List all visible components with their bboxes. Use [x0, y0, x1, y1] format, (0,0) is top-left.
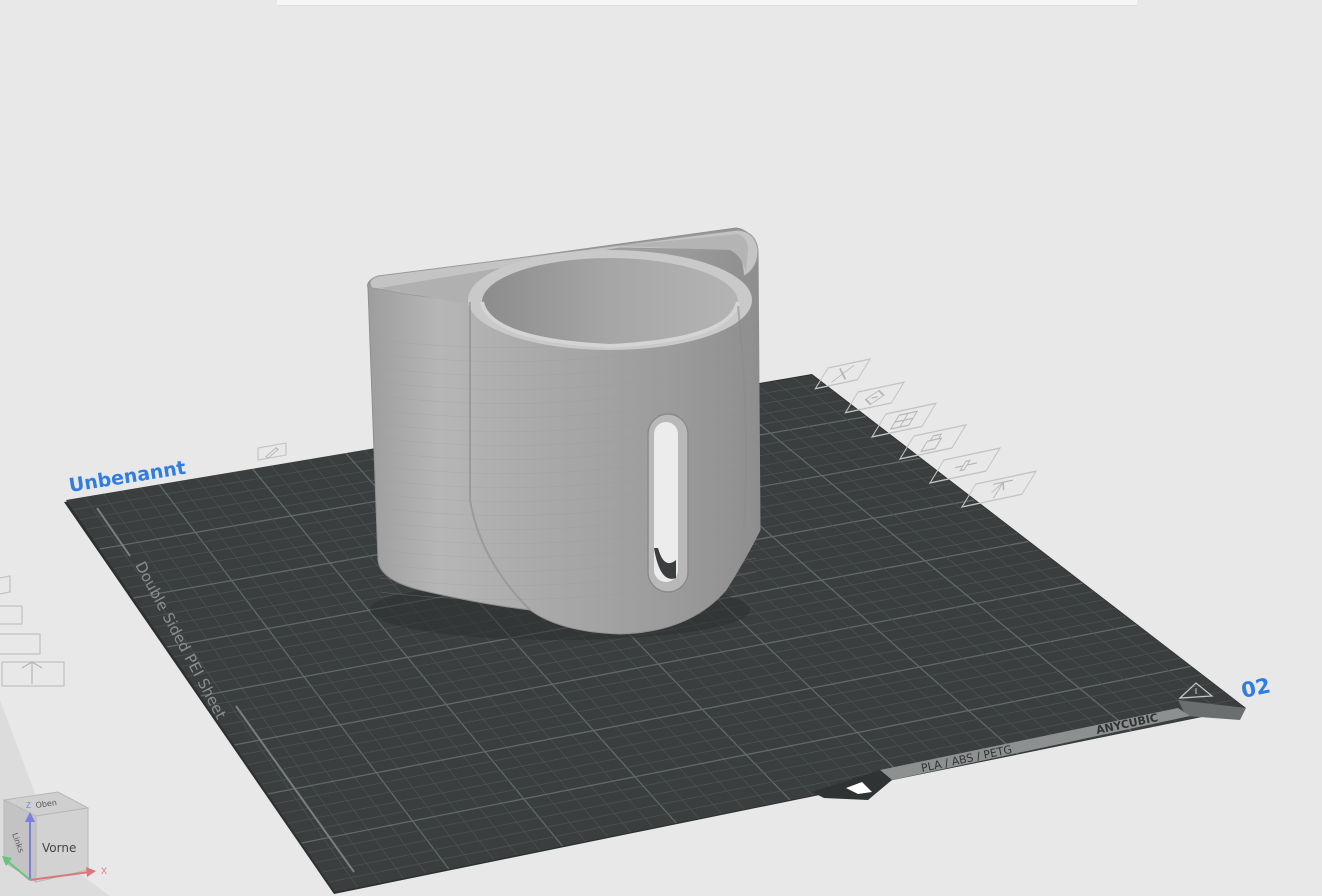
3d-viewport[interactable]: Double Sided PEI Sheet PLA / ABS / PETG … [0, 0, 1322, 896]
orient-icon [864, 389, 885, 406]
settings-icon [954, 459, 978, 472]
navcube-front-label: Vorne [42, 841, 76, 855]
arrange-icon [889, 410, 919, 430]
cup-holder-model[interactable] [367, 227, 761, 640]
lock-icon [920, 433, 943, 453]
z-axis-label: Z [26, 801, 31, 810]
close-icon [831, 365, 854, 383]
navigation-cube[interactable]: Oben Vorne Links Z X [2, 791, 107, 883]
plate-number: 02 [1239, 673, 1273, 703]
neighbor-plate-tools [0, 575, 65, 687]
x-axis-label: X [101, 866, 107, 876]
edit-name-icon[interactable] [257, 442, 287, 461]
